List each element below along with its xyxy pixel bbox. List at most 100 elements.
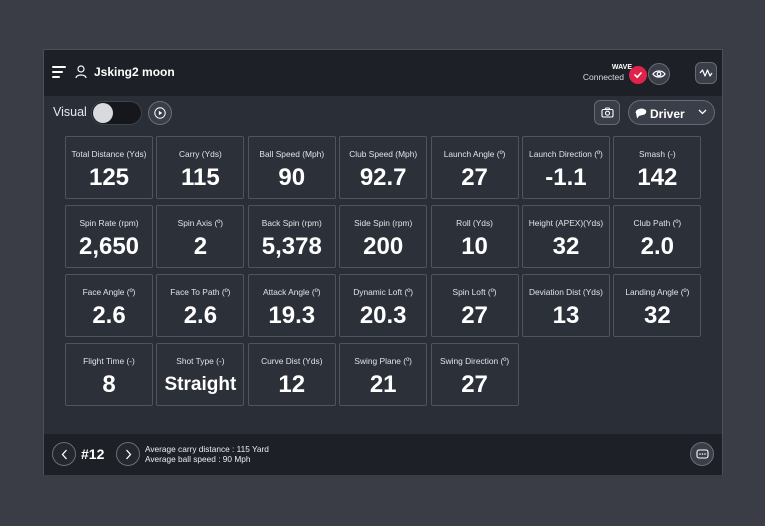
chat-button[interactable]	[690, 442, 714, 466]
metric-label: Back Spin (rpm)	[261, 218, 322, 228]
metric-card-curve-dist: Curve Dist (Yds) 12	[247, 343, 336, 406]
metric-value: 20.3	[359, 302, 407, 329]
metric-card-dynamic-loft: Dynamic Loft (º) 20.3	[339, 274, 428, 337]
play-button[interactable]	[148, 101, 172, 125]
wave-icon	[699, 69, 713, 77]
message-icon	[695, 448, 709, 459]
metric-card-roll: Roll (Yds) 10	[430, 205, 519, 268]
metric-card-face-to-path: Face To Path (º) 2.6	[156, 274, 245, 337]
metric-value: 2,650	[78, 233, 140, 260]
metric-value: 21	[369, 371, 397, 398]
metric-card-flight-time: Flight Time (-) 8	[65, 343, 153, 406]
shot-summary: Average carry distance : 115 Yard Averag…	[145, 444, 269, 464]
metric-value: 13	[552, 302, 580, 329]
metric-value: 200	[363, 233, 404, 260]
metric-card-swing-plane: Swing Plane (º) 21	[339, 343, 428, 406]
metric-card-total-distance: Total Distance (Yds) 125	[65, 136, 153, 199]
metric-label: Carry (Yds)	[178, 149, 222, 159]
metric-card-spin-axis: Spin Axis (º) 2	[156, 205, 245, 268]
metric-card-landing-angle: Landing Angle (º) 32	[613, 274, 702, 337]
chevron-down-icon	[698, 109, 707, 115]
metric-label: Face To Path (º)	[170, 287, 231, 297]
club-select[interactable]: Driver	[628, 100, 715, 125]
connection-status: Connected	[582, 72, 624, 82]
metric-value: Straight	[164, 374, 237, 395]
app-window: Jsking2 moon WAVE Connected Visual Drive…	[43, 49, 723, 475]
metric-card-face-angle: Face Angle (º) 2.6	[65, 274, 153, 337]
metric-value: 8	[102, 371, 116, 398]
metric-card-attack-angle: Attack Angle (º) 19.3	[247, 274, 336, 337]
check-icon	[629, 66, 647, 84]
club-label: Driver	[650, 107, 685, 121]
metric-label: Club Path (º)	[633, 218, 682, 228]
metric-value: 2.0	[640, 233, 675, 260]
metric-label: Curve Dist (Yds)	[261, 356, 323, 366]
metric-value: 32	[552, 233, 580, 260]
metric-value: 5,378	[261, 233, 322, 260]
metric-label: Roll (Yds)	[456, 218, 493, 228]
metric-card-spin-loft: Spin Loft (º) 27	[430, 274, 519, 337]
chevron-left-icon	[61, 449, 67, 459]
metric-card-launch-direction: Launch Direction (º) -1.1	[521, 136, 610, 199]
metric-label: Swing Plane (º)	[354, 356, 412, 366]
metric-value: 2.6	[92, 302, 126, 329]
metric-label: Total Distance (Yds)	[71, 149, 147, 159]
metric-value: 27	[461, 164, 488, 191]
metric-card-ball-speed: Ball Speed (Mph) 90	[247, 136, 336, 199]
metric-label: Flight Time (-)	[83, 356, 135, 366]
metric-value: 27	[461, 302, 488, 329]
metric-label: Club Speed (Mph)	[349, 149, 418, 159]
wave-label: WAVE	[611, 64, 632, 71]
metric-card-carry: Carry (Yds) 115	[156, 136, 245, 199]
visual-label: Visual	[53, 105, 87, 119]
previous-shot-button[interactable]	[52, 442, 76, 466]
metric-label: Attack Angle (º)	[263, 287, 321, 297]
metric-label: Ball Speed (Mph)	[259, 149, 325, 159]
metric-label: Launch Angle (º)	[443, 149, 506, 159]
metric-value: 125	[88, 164, 130, 191]
metric-value: 12	[278, 371, 306, 398]
visual-toggle[interactable]	[91, 101, 142, 125]
metric-card-club-speed: Club Speed (Mph) 92.7	[339, 136, 428, 199]
metric-card-side-spin: Side Spin (rpm) 200	[339, 205, 428, 268]
metric-value: 19.3	[268, 302, 316, 329]
metric-card-smash: Smash (-) 142	[613, 136, 702, 199]
metric-label: Deviation Dist (Yds)	[528, 287, 603, 297]
username: Jsking2 moon	[94, 65, 175, 79]
eye-icon[interactable]	[648, 63, 670, 85]
metric-label: Swing Direction (º)	[439, 356, 510, 366]
metric-card-club-path: Club Path (º) 2.0	[613, 205, 702, 268]
metric-label: Smash (-)	[638, 149, 676, 159]
camera-icon	[600, 107, 614, 118]
menu-icon[interactable]	[52, 66, 66, 78]
metrics-grid: Total Distance (Yds) 125 Carry (Yds) 115…	[65, 136, 702, 406]
metric-label: Spin Loft (º)	[452, 287, 497, 297]
metric-label: Dynamic Loft (º)	[353, 287, 414, 297]
wave-signal-button[interactable]	[695, 62, 717, 84]
metric-value: 32	[643, 302, 671, 329]
metric-value: 27	[461, 371, 488, 398]
metric-card-shot-type: Shot Type (-) Straight	[156, 343, 245, 406]
metric-value: -1.1	[545, 164, 587, 191]
camera-button[interactable]	[594, 100, 620, 125]
metric-label: Landing Angle (º)	[625, 287, 690, 297]
metric-label: Side Spin (rpm)	[354, 218, 413, 228]
metric-value: 2.6	[183, 302, 218, 329]
metric-card-back-spin: Back Spin (rpm) 5,378	[247, 205, 336, 268]
summary-carry: Average carry distance : 115 Yard	[145, 444, 269, 454]
metric-card-launch-angle: Launch Angle (º) 27	[430, 136, 519, 199]
summary-ball-speed: Average ball speed : 90 Mph	[145, 454, 251, 464]
metric-label: Spin Axis (º)	[177, 218, 224, 228]
next-shot-button[interactable]	[116, 442, 140, 466]
footer-bar: #12 Average carry distance : 115 Yard Av…	[44, 434, 722, 475]
play-icon	[154, 107, 166, 119]
metric-label: Height (APEX)(Yds)	[528, 218, 604, 228]
metric-value: 115	[181, 164, 220, 191]
metric-label: Shot Type (-)	[176, 356, 225, 366]
toggle-knob	[93, 103, 113, 123]
metric-value: 2	[193, 233, 208, 260]
driver-club-icon	[635, 108, 647, 119]
metric-value: 90	[278, 164, 306, 191]
metric-value: 142	[637, 164, 678, 191]
metric-card-deviation-dist: Deviation Dist (Yds) 13	[521, 274, 610, 337]
